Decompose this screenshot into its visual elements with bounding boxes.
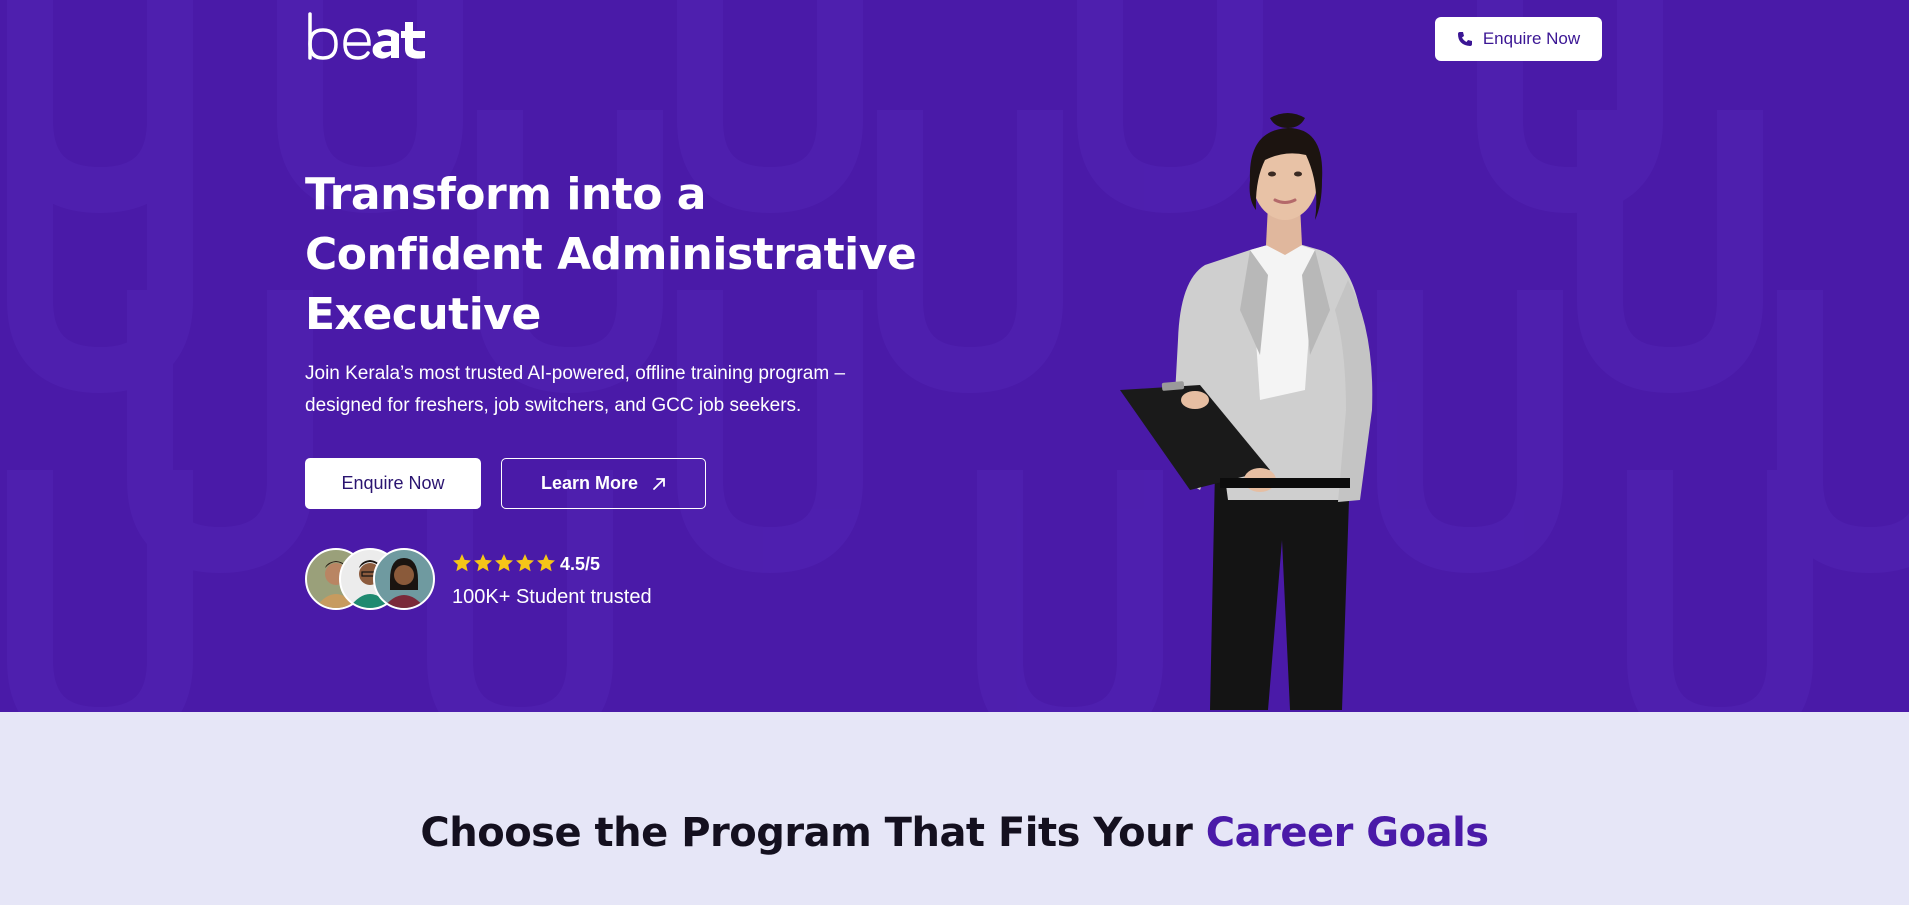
subtext-line-1: Join Kerala’s most trusted AI-powered, o… <box>305 363 846 384</box>
programs-title-accent: Career Goals <box>1205 810 1489 856</box>
learn-more-label: Learn More <box>540 473 639 493</box>
star-icon <box>495 554 513 572</box>
programs-title-main: Choose the Program That Fits Your <box>420 810 1206 856</box>
background-pattern <box>7 0 1909 712</box>
arrow-up-right-icon <box>653 477 665 490</box>
star-icon <box>516 554 534 572</box>
avatar <box>373 548 435 610</box>
star-icon <box>537 554 555 572</box>
phone-icon <box>1457 32 1472 46</box>
hero-subtext: Join Kerala’s most trusted AI-powered, o… <box>305 358 945 422</box>
headline-line-3: Executive <box>305 289 541 340</box>
hero-section: Enquire Now Transform into a Confident A… <box>0 0 1909 712</box>
star-icon <box>453 554 471 572</box>
enquire-now-button[interactable]: Enquire Now <box>305 458 481 509</box>
top-nav: Enquire Now <box>0 0 1909 80</box>
headline-line-1: Transform into a <box>305 169 707 220</box>
programs-section: Choose the Program That Fits Your Career… <box>0 712 1909 905</box>
nav-enquire-label: Enquire Now <box>1482 29 1581 48</box>
rating-value: 4.5/5 <box>560 554 601 574</box>
beat-logo[interactable] <box>305 10 430 64</box>
nav-enquire-button[interactable]: Enquire Now <box>1435 17 1602 61</box>
hero-headline: Transform into a Confident Administrativ… <box>305 165 1005 345</box>
hero-person-image <box>1120 113 1373 710</box>
subtext-line-2: designed for freshers, job switchers, an… <box>305 395 802 416</box>
trusted-count: 100K+ Student trusted <box>452 586 652 608</box>
headline-line-2: Confident Administrative <box>305 229 917 280</box>
rating-stars <box>452 553 556 573</box>
star-icon <box>474 554 492 572</box>
learn-more-button[interactable]: Learn More <box>501 458 706 509</box>
programs-title: Choose the Program That Fits Your Career… <box>0 810 1909 856</box>
student-avatars <box>305 548 439 614</box>
